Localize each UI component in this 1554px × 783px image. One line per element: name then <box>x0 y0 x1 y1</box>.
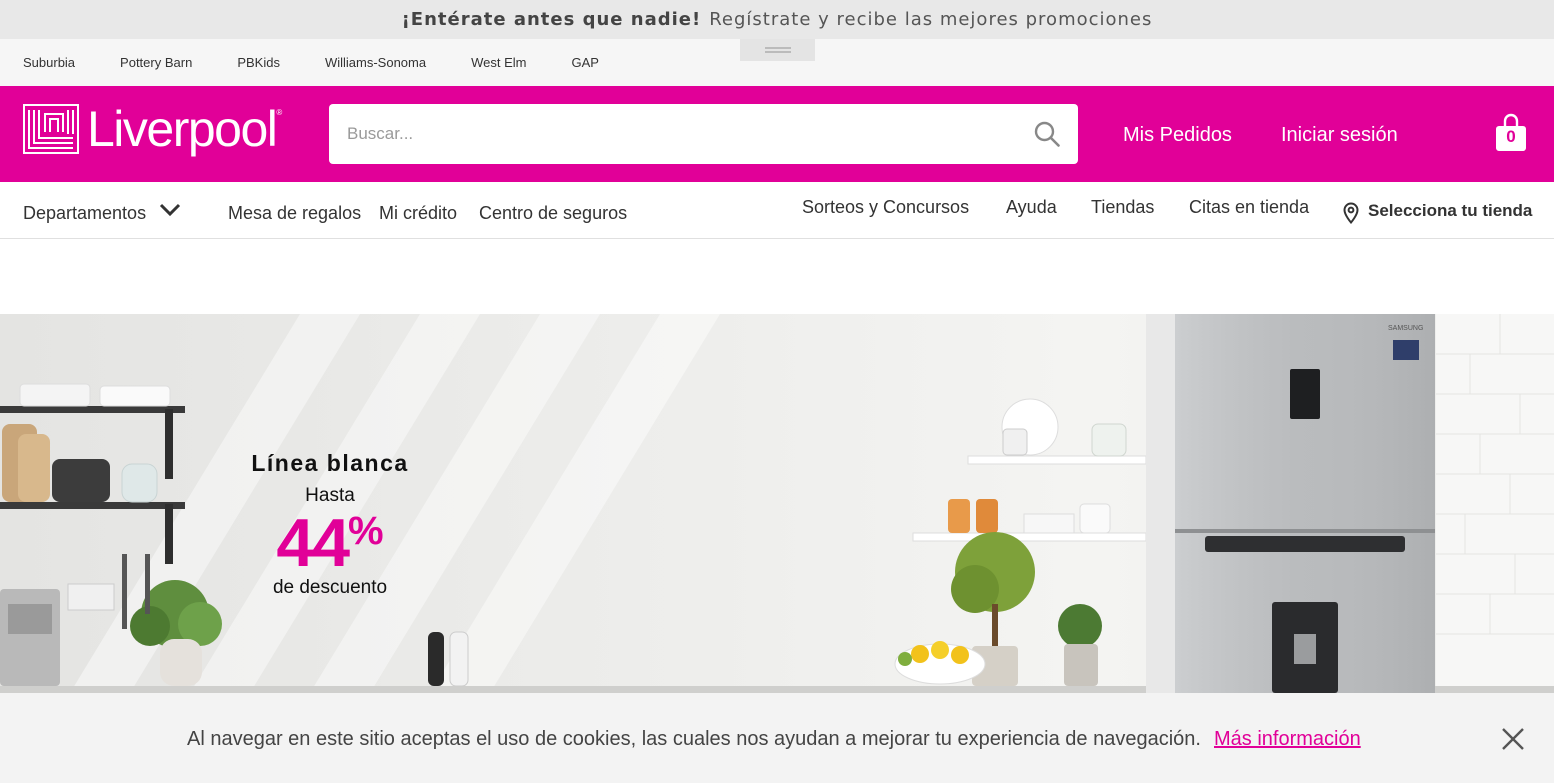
my-orders-link[interactable]: Mis Pedidos <box>1123 124 1232 147</box>
nav-sweepstakes[interactable]: Sorteos y Concursos <box>802 197 969 218</box>
logo-mark-icon <box>23 104 79 154</box>
promo-text: Regístrate y recibe las mejores promocio… <box>709 9 1153 30</box>
brand-link-pottery-barn[interactable]: Pottery Barn <box>120 55 192 70</box>
nav-help[interactable]: Ayuda <box>1006 197 1057 218</box>
promo-bold-text: ¡Entérate antes que nadie! <box>401 9 702 30</box>
search-icon[interactable] <box>1034 121 1060 147</box>
store-selector[interactable]: Selecciona tu tienda <box>1368 201 1532 221</box>
cart-button[interactable]: 0 <box>1494 113 1528 153</box>
search-input[interactable] <box>329 104 989 164</box>
banner-title: Línea blanca <box>251 450 409 476</box>
nav-stores[interactable]: Tiendas <box>1091 197 1154 218</box>
brand-link-williams-sonoma[interactable]: Williams-Sonoma <box>325 55 426 70</box>
cart-count: 0 <box>1506 127 1516 146</box>
location-pin-icon <box>1343 202 1359 224</box>
logo-text: Liverpool <box>87 101 278 157</box>
fridge-brand-text: SAMSUNG <box>1388 325 1423 332</box>
nav-store-appointments[interactable]: Citas en tienda <box>1189 197 1309 218</box>
departments-menu[interactable]: Departamentos <box>23 203 146 224</box>
promo-bar[interactable]: ¡Entérate antes que nadie! Regístrate y … <box>0 0 1554 39</box>
brand-link-gap[interactable]: GAP <box>571 55 598 70</box>
main-nav: Departamentos Mesa de regalos Mi crédito… <box>0 182 1554 239</box>
brands-collapse-handle[interactable] <box>740 39 815 61</box>
brand-link-pbkids[interactable]: PBKids <box>237 55 280 70</box>
banner-discount-number: 44 <box>276 505 350 581</box>
banner-hasta: Hasta <box>305 485 355 506</box>
nav-my-credit[interactable]: Mi crédito <box>379 203 457 224</box>
brands-bar: Suburbia Pottery Barn PBKids Williams-So… <box>0 39 1554 86</box>
liverpool-logo[interactable]: Liverpool ® <box>23 104 282 154</box>
main-header: Liverpool ® Mis Pedidos Iniciar sesión 0 <box>0 86 1554 182</box>
brand-link-suburbia[interactable]: Suburbia <box>23 55 75 70</box>
banner-subtitle: de descuento <box>272 577 388 598</box>
search-box <box>329 104 1078 164</box>
banner-discount: 44 % <box>225 509 435 577</box>
cookie-banner: Al navegar en este sitio aceptas el uso … <box>0 693 1554 783</box>
nav-gift-registry[interactable]: Mesa de regalos <box>228 203 361 224</box>
brand-link-west-elm[interactable]: West Elm <box>471 55 526 70</box>
cookie-message: Al navegar en este sitio aceptas el uso … <box>187 728 1201 750</box>
nav-insurance-center[interactable]: Centro de seguros <box>479 203 627 224</box>
registered-mark: ® <box>276 108 283 117</box>
banner-discount-sign: % <box>348 509 384 553</box>
chevron-down-icon[interactable] <box>158 202 182 218</box>
promo-banner[interactable]: SAMSUNG Línea blanca Hasta 44 % de descu… <box>0 314 1554 693</box>
handle-icon <box>764 47 791 53</box>
cookie-more-info-link[interactable]: Más información <box>1214 728 1361 751</box>
login-link[interactable]: Iniciar sesión <box>1281 124 1398 147</box>
close-icon[interactable] <box>1500 726 1526 752</box>
banner-copy: Línea blanca Hasta 44 % de descuento <box>225 450 435 599</box>
